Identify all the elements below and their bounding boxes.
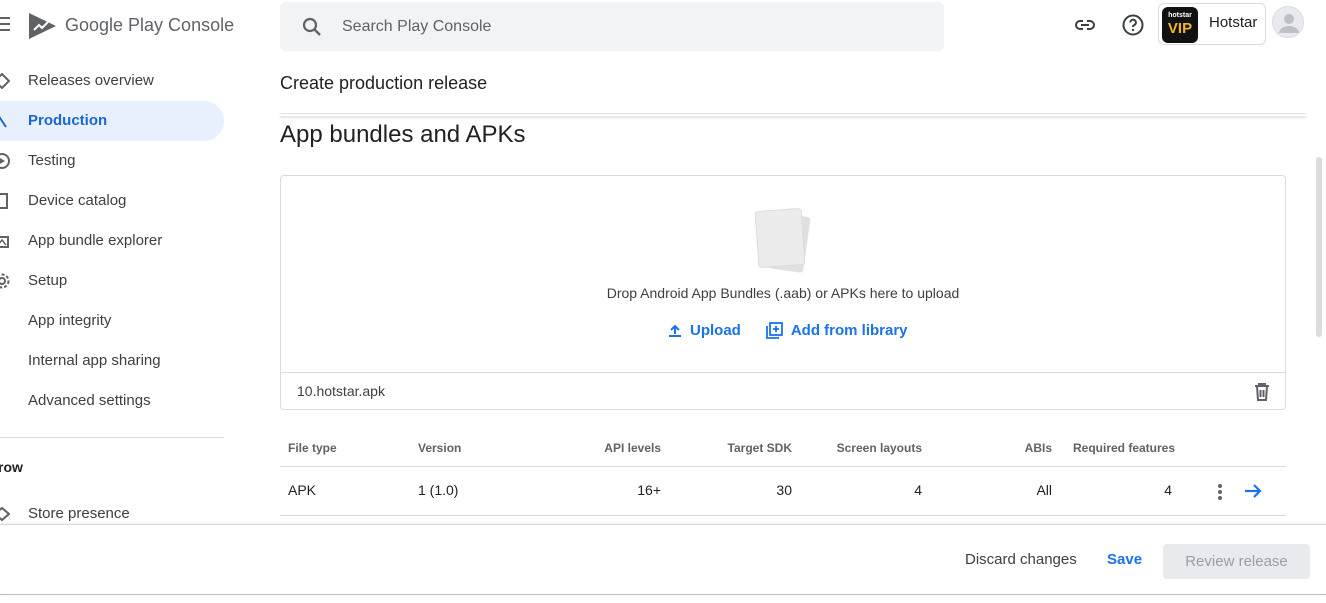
brand-name[interactable]: Google Play Console [65,15,234,36]
app-logo: hotstar VIP [1162,7,1198,43]
discard-changes-button[interactable]: Discard changes [965,551,1077,568]
sidebar-item-label: Store presence [28,505,130,522]
col-required-features: Required features [1073,441,1176,455]
cell-file-type: APK [288,482,317,498]
col-version: Version [418,441,462,455]
upload-button[interactable]: Upload [668,322,741,339]
upload-icon [669,324,681,337]
releases-icon [0,73,10,89]
sidebar-item-label: Device catalog [28,192,127,209]
cell-abis: All [1036,482,1052,498]
cell-screen-layouts: 4 [914,482,922,498]
sidebar-item-app-bundle-explorer[interactable]: App bundle explorer [0,221,224,261]
help-icon[interactable] [1121,13,1145,37]
bundle-explorer-icon [0,236,9,248]
dropzone-actions: Upload Add from library [668,322,908,339]
sidebar-section-heading: row [0,459,23,475]
sidebar-item-label: Internal app sharing [28,352,161,369]
production-icon [0,116,7,128]
cell-required-features: 4 [1164,482,1172,498]
sidebar-item-label: Testing [28,152,76,169]
sidebar-item-device-catalog[interactable]: Device catalog [0,181,224,221]
file-name: 10.hotstar.apk [297,383,385,399]
sidebar-nav: Releases overview Production Testing Dev… [0,61,224,421]
col-screen-layouts: Screen layouts [836,441,922,455]
header-divider [280,113,1306,116]
search-input[interactable] [342,14,902,40]
app-selector[interactable]: hotstar VIP Hotstar [1158,3,1266,45]
uploaded-file-row: 10.hotstar.apk [281,372,1285,410]
user-icon [1279,14,1299,33]
sidebar-item-label: Releases overview [28,72,154,89]
add-from-library-button[interactable]: Add from library [765,322,908,339]
search-bar[interactable] [280,2,944,51]
upload-dropzone[interactable]: Drop Android App Bundles (.aab) or APKs … [280,175,1286,410]
sidebar-item-label: Advanced settings [28,392,151,409]
add-from-library-label: Add from library [790,322,908,339]
save-button[interactable]: Save [1107,551,1142,568]
app-logo-text: hotstar [1168,12,1192,19]
col-file-type: File type [288,441,337,455]
sidebar-item-releases-overview[interactable]: Releases overview [0,61,224,101]
scrollbar[interactable] [1316,157,1322,337]
sidebar-item-testing[interactable]: Testing [0,141,224,181]
play-console-page: Google Play Console hotstar VIP Hotstar … [0,0,1326,603]
cell-version: 1 (1.0) [418,482,459,498]
more-vert-icon[interactable] [1214,482,1226,502]
arrow-forward-icon[interactable] [1243,482,1263,500]
avatar[interactable] [1272,6,1304,38]
app-logo-badge: VIP [1167,20,1193,37]
upload-button-label: Upload [690,322,741,339]
sidebar-item-setup[interactable]: Setup [0,261,224,301]
testing-icon [0,153,10,169]
window-bottom-border [0,594,1326,595]
device-icon [0,193,8,209]
store-presence-icon [0,506,10,522]
col-target-sdk: Target SDK [727,441,792,455]
app-name: Hotstar [1209,14,1258,31]
sidebar-item-label: Production [28,112,108,129]
table-header-row: File type Version API levels Target SDK … [280,428,1286,467]
sidebar-item-label: App bundle explorer [28,232,163,249]
col-abis: ABIs [1024,441,1052,455]
sidebar-divider [0,437,224,438]
play-console-logo-icon [29,13,56,39]
page-title: Create production release [280,73,488,93]
cell-target-sdk: 30 [776,482,792,498]
table-row[interactable]: APK 1 (1.0) 16+ 30 4 All 4 [280,467,1286,516]
sidebar-item-advanced-settings[interactable]: Advanced settings [0,381,224,421]
sidebar-item-label: App integrity [28,312,112,329]
cell-api-levels: 16+ [637,482,661,498]
library-add-icon [765,322,783,339]
footer-action-bar: Discard changes Save Review release [0,524,1326,595]
col-api-levels: API levels [604,441,661,455]
sidebar-item-label: Setup [28,272,68,289]
dropzone-text: Drop Android App Bundles (.aab) or APKs … [606,285,960,301]
delete-icon[interactable] [1253,382,1271,402]
review-release-button[interactable]: Review release [1163,544,1310,579]
gear-icon [0,273,10,289]
sidebar-item-app-integrity[interactable]: App integrity [0,301,224,341]
file-stack-icon [754,208,811,273]
sidebar-item-production[interactable]: Production [0,101,224,141]
search-icon [302,17,321,36]
link-icon[interactable] [1073,13,1097,37]
section-title: App bundles and APKs [280,121,526,148]
menu-icon[interactable] [0,17,10,31]
sidebar-item-internal-app-sharing[interactable]: Internal app sharing [0,341,224,381]
